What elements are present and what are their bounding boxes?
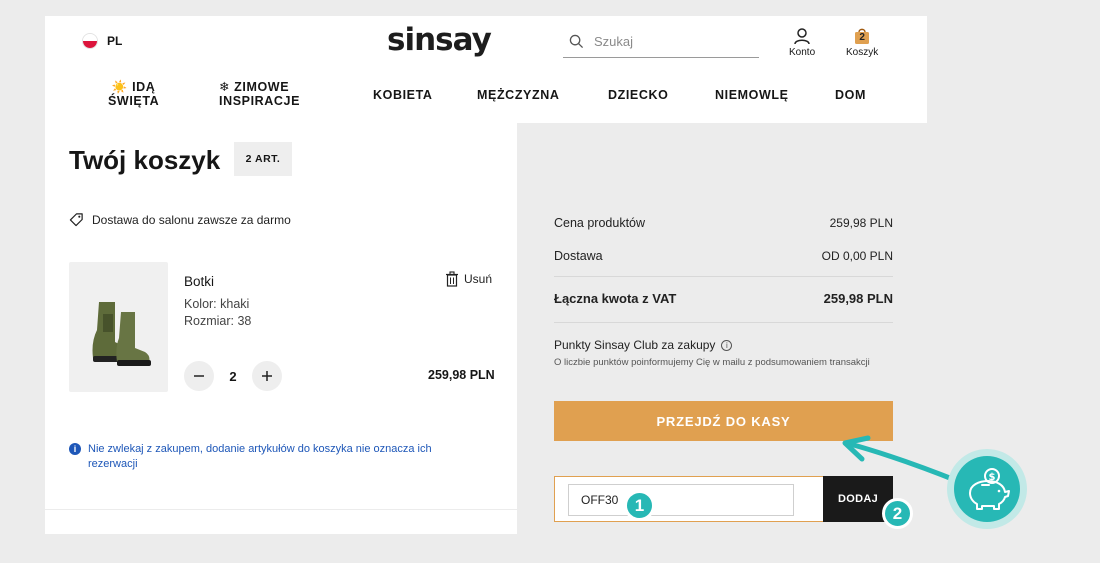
page-title: Twój koszyk [69,145,221,175]
nav-promo1-line1: ☀️ IDĄ [111,80,156,94]
divider [554,322,893,323]
search-input[interactable] [594,34,744,49]
plus-icon [262,371,272,381]
nav-item-dom[interactable]: DOM [835,88,866,102]
account-button[interactable]: Konto [789,27,815,58]
checkout-button[interactable]: PRZEJDŹ DO KASY [554,401,893,441]
shipping-label: Dostawa [554,249,603,263]
info-icon: i [69,443,81,455]
delivery-note-text: Dostawa do salonu zawsze za darmo [92,212,291,227]
shipping-value: OD 0,00 PLN [821,249,893,263]
user-icon [794,28,810,45]
quantity-stepper: 2 [184,361,282,391]
language-selector[interactable]: PL [82,33,122,49]
products-price-row: Cena produktów 259,98 PLN [554,216,893,230]
piggy-bank-badge: $ [947,449,1027,529]
nav-item-mezczyzna[interactable]: MĘŻCZYZNA [477,88,559,102]
products-price-value: 259,98 PLN [829,216,893,230]
divider [554,276,893,277]
remove-item-button[interactable]: Usuń [445,271,492,287]
cart-count: 2 [859,32,865,43]
search-icon [569,34,584,49]
boots-image [92,302,151,366]
decrease-quantity-button[interactable] [184,361,214,391]
language-code: PL [107,34,123,48]
trash-icon [446,271,458,287]
step-1-marker: 1 [624,490,655,521]
nav-item-kobieta[interactable]: KOBIETA [373,88,433,102]
tag-icon [69,213,83,227]
poland-flag-icon [82,33,98,49]
nav-item-ida-swieta[interactable]: ☀️ IDĄ ŚWIĘTA [108,80,159,108]
increase-quantity-button[interactable] [252,361,282,391]
total-label: Łączna kwota z VAT [554,291,677,306]
product-color: Kolor: khaki [184,297,250,311]
piggy-bank-icon: $ [969,468,1010,510]
nav-item-dziecko[interactable]: DZIECKO [608,88,668,102]
info-icon[interactable]: i [721,339,733,351]
order-summary: Cena produktów 259,98 PLN Dostawa OD 0,0… [517,123,927,534]
cart-button[interactable]: 2 Koszyk [846,27,878,58]
nav-item-niemowle[interactable]: NIEMOWLĘ [715,88,789,102]
nav-promo2-line1: ❄ ZIMOWE [219,80,290,94]
step-2-marker: 2 [882,498,913,529]
product-price: 259,98 PLN [428,368,495,382]
remove-label: Usuń [464,272,493,286]
product-image[interactable] [69,262,168,392]
product-size: Rozmiar: 38 [184,314,252,328]
club-points-label: Punkty Sinsay Club za zakupy [554,338,716,352]
search-bar[interactable] [563,26,759,58]
reservation-info: i Nie zwlekaj z zakupem, dodanie artykuł… [69,442,469,472]
shop-page: PL sinsay Konto 2 Koszyk ☀️ IDĄ ŚWIĘTA [45,16,927,534]
product-name[interactable]: Botki [184,274,214,289]
main-navigation: ☀️ IDĄ ŚWIĘTA ❄ ZIMOWE INSPIRACJE KOBIET… [45,80,927,114]
total-row: Łączna kwota z VAT 259,98 PLN [554,291,893,306]
reservation-info-text: Nie zwlekaj z zakupem, dodanie artykułów… [88,443,432,470]
item-count-badge: 2 ART. [234,142,292,176]
cart-label: Koszyk [846,47,879,58]
club-points: Punkty Sinsay Club za zakupy i [554,338,733,352]
products-price-label: Cena produktów [554,216,646,230]
quantity-value: 2 [229,368,237,384]
total-value: 259,98 PLN [823,291,893,306]
sinsay-logo[interactable]: sinsay [387,22,492,58]
club-points-note: O liczbie punktów poinformujemy Cię w ma… [554,357,870,368]
shipping-row: Dostawa OD 0,00 PLN [554,249,893,263]
promo-code-field[interactable] [568,484,794,516]
nav-promo2-line2: INSPIRACJE [219,94,301,108]
piggy-bank-badge-inner: $ [954,456,1020,522]
nav-item-zimowe-inspiracje[interactable]: ❄ ZIMOWE INSPIRACJE [219,80,300,108]
delivery-note: Dostawa do salonu zawsze za darmo [69,212,291,227]
account-label: Konto [789,47,816,58]
minus-icon [194,375,204,377]
promo-code-input[interactable] [581,493,793,507]
promo-code-form: DODAJ [554,475,893,522]
shopping-bag-icon: 2 [853,27,871,45]
divider [45,509,517,510]
nav-promo1-line2: ŚWIĘTA [108,94,160,108]
